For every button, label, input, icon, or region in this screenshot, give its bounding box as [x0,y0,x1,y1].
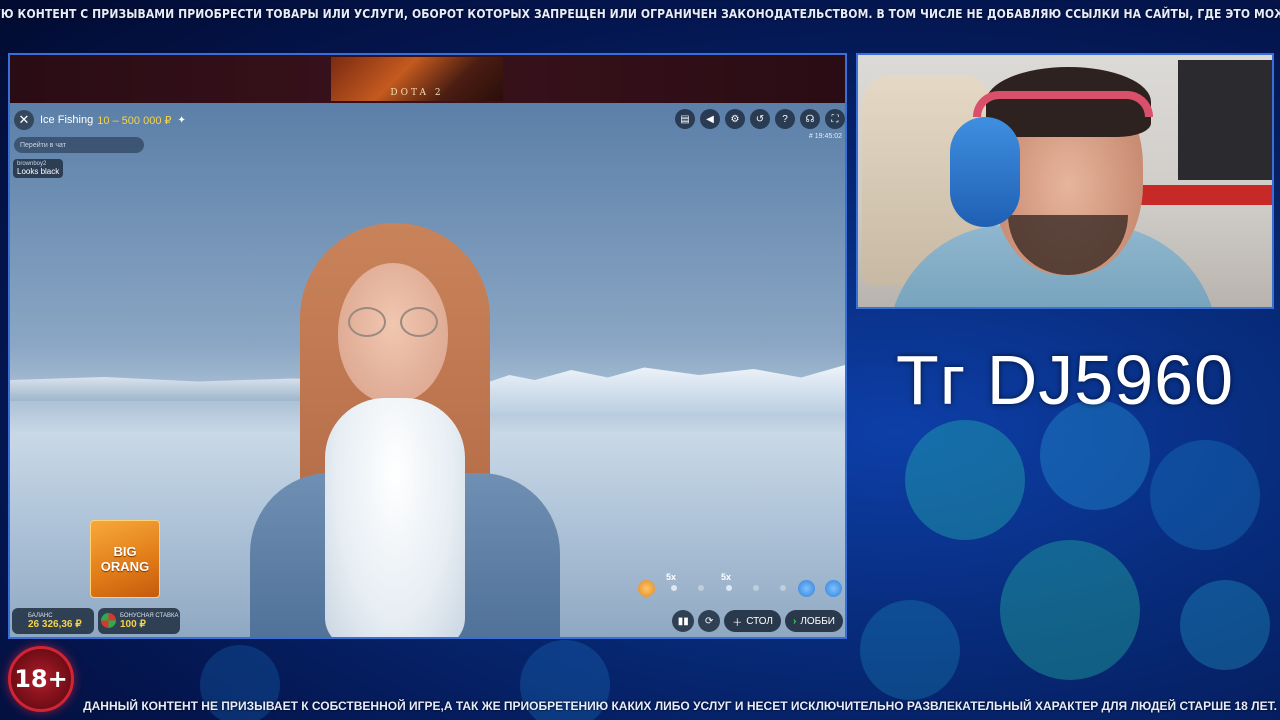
autoplay-icon[interactable]: ⟳ [698,610,721,632]
close-icon[interactable]: ✕ [14,110,34,130]
blue-bait-icon [798,580,815,597]
chat-text: Looks black [17,167,60,176]
dota-ad[interactable]: DOTA 2 [331,57,503,101]
track-dot [671,585,677,591]
game-toolbar: ▤ ◀ ⚙ ↺ ? ☊ ⛶ [675,109,845,129]
bottom-controls: ▮▮ ⟳ ＋ СТОЛ › ЛОББИ [672,610,843,632]
ad-banner-bar: DOTA 2 [10,55,845,103]
bottom-disclaimer: ДАННЫЙ КОНТЕНТ НЕ ПРИЗЫВАЕТ К СОБСТВЕННО… [83,699,1277,713]
multiplier-label: 5x [721,572,732,582]
fullscreen-icon[interactable]: ⛶ [825,109,845,129]
telegram-promo-code: Тг DJ5960 [895,341,1234,419]
pin-icon[interactable]: ✦ [178,115,186,126]
bonus-bet-value: 100 ₽ [120,618,146,630]
track-dot [753,585,759,591]
chat-icon[interactable]: ▤ [675,109,695,129]
volume-icon[interactable]: ◀ [700,109,720,129]
bokeh-circle [1000,540,1140,680]
bokeh-circle [1180,580,1270,670]
game-title: Ice Fishing [40,114,94,126]
support-icon[interactable]: ☊ [800,109,820,129]
lobby-button[interactable]: › ЛОББИ [785,610,843,632]
settings-icon[interactable]: ⚙ [725,109,745,129]
headphones-icon [950,117,1020,227]
pc-case [1178,60,1272,180]
track-dot [780,585,786,591]
track-dot [726,585,732,591]
host-scarf [325,398,465,637]
bonus-bet-box[interactable]: БОНУСНАЯ СТАВКА 100 ₽ [98,608,180,634]
add-table-label: СТОЛ [746,615,773,627]
balance-value: 26 326,36 ₽ [28,618,82,630]
age-rating-badge: 18+ [8,646,74,712]
add-table-button[interactable]: ＋ СТОЛ [724,610,781,632]
bokeh-circle [860,600,960,700]
top-disclaimer: Я НЕ ПУБЛИКУЮ КОНТЕНТ С ПРИЗЫВАМИ ПРИОБР… [0,7,1280,21]
help-icon[interactable]: ? [775,109,795,129]
chip-icon [101,613,116,628]
blue-bait-icon [825,580,842,597]
stats-icon[interactable]: ▮▮ [672,610,695,632]
game-limits: 10 – 500 000 ₽ [97,114,172,127]
multiplier-track: 5x 5x [638,572,843,600]
balance-box: БАЛАНС 26 326,36 ₽ [12,608,94,634]
bokeh-circle [1150,440,1260,550]
age-rating-label: 18+ [14,665,68,693]
history-icon[interactable]: ↺ [750,109,770,129]
streamer-webcam [856,53,1274,309]
game-window: DOTA 2 ✕ Ice Fishing 10 – 500 000 ₽ ✦ ▤ … [8,53,847,639]
promo-line-1: BIG [113,544,137,559]
big-orange-promo-tile[interactable]: BIG ORANG [90,520,160,598]
game-time: # 19:45:02 [808,133,842,140]
chat-message: brownboy2 Looks black [13,159,64,178]
chat-input[interactable]: Перейти в чат [14,137,144,153]
track-dot [698,585,704,591]
live-host [240,223,570,637]
lobby-arrow-icon: › [793,615,797,627]
plus-icon: ＋ [732,617,743,629]
bokeh-circle [905,420,1025,540]
dota-ad-label: DOTA 2 [390,88,444,98]
host-glasses [348,307,440,337]
lobby-label: ЛОББИ [800,615,835,627]
multiplier-label: 5x [666,572,677,582]
headphone-band [973,91,1153,117]
orange-bait-icon [638,580,655,597]
promo-line-2: ORANG [100,559,150,574]
